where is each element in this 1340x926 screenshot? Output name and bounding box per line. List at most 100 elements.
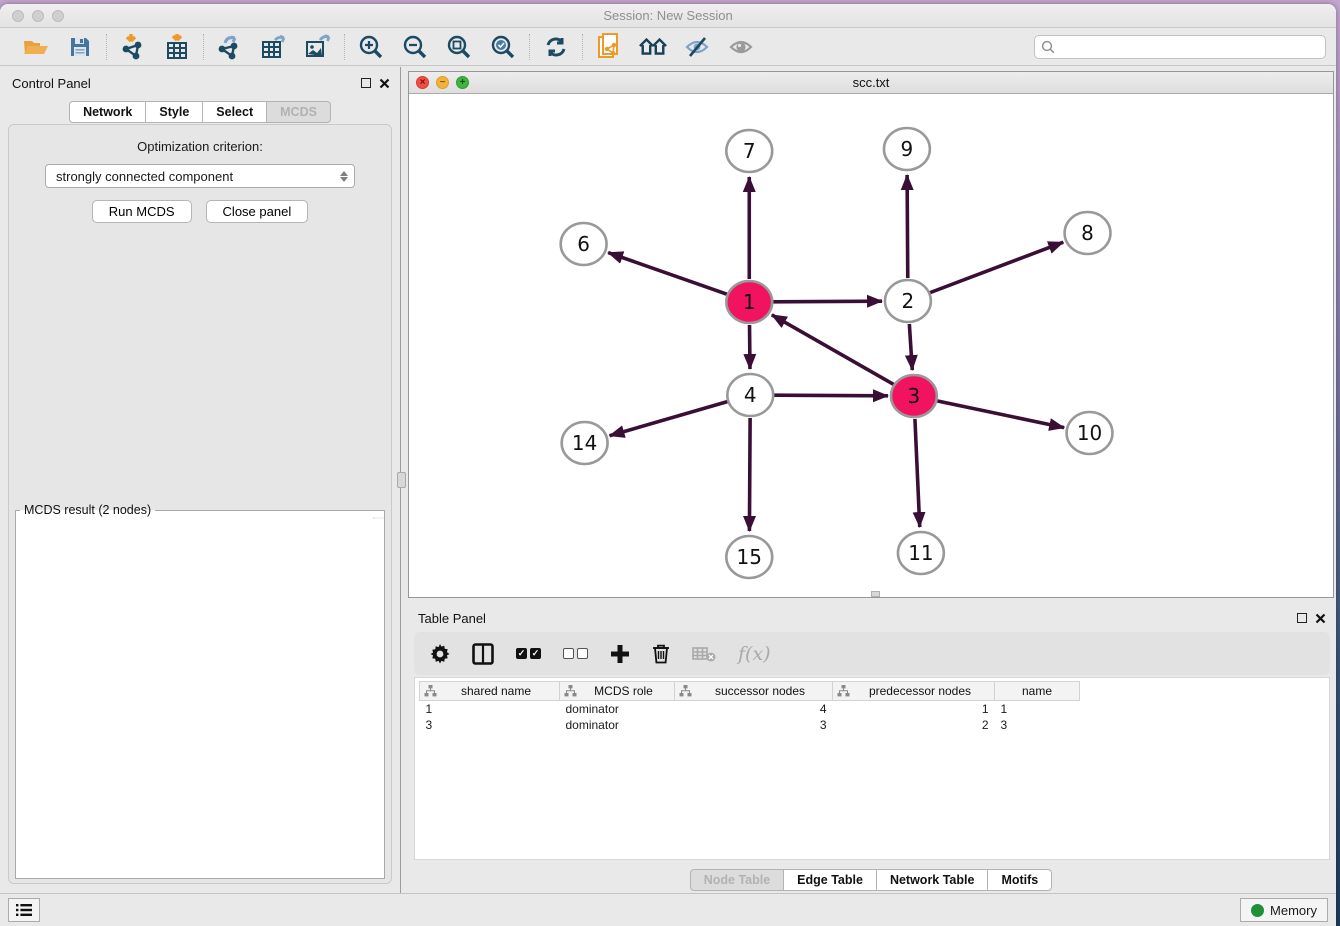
column-header[interactable]: name — [995, 682, 1080, 701]
svg-text:1: 1 — [743, 290, 756, 314]
graph-edge-2-8[interactable] — [929, 242, 1063, 293]
graph-edge-4-14[interactable] — [610, 401, 729, 435]
svg-text:3: 3 — [908, 384, 921, 408]
graph-edge-1-2[interactable] — [772, 301, 882, 302]
close-panel-icon[interactable] — [379, 78, 390, 89]
network-from-document-icon[interactable] — [595, 33, 623, 61]
network-canvas[interactable]: 7 9 6 8 1 2 4 3 14 10 15 11 — [409, 94, 1333, 597]
criterion-dropdown[interactable]: strongly connected component — [45, 164, 355, 188]
import-network-icon[interactable] — [119, 33, 147, 61]
tab-network[interactable]: Network — [69, 101, 146, 123]
zoom-fit-icon[interactable] — [445, 33, 473, 61]
graph-edge-2-9[interactable] — [907, 175, 908, 278]
mcds-result-fieldset: MCDS result (2 nodes) 1 3 — [15, 503, 385, 879]
window-minimize-button[interactable] — [32, 10, 44, 22]
export-image-icon[interactable] — [304, 33, 332, 61]
horizontal-splitter-handle[interactable] — [871, 591, 880, 597]
zoom-out-icon[interactable] — [401, 33, 429, 61]
column-header[interactable]: successor nodes — [675, 682, 833, 701]
column-layout-icon[interactable] — [472, 643, 494, 665]
network-window-titlebar[interactable]: × − + scc.txt — [409, 72, 1333, 94]
tab-edge-table[interactable]: Edge Table — [784, 869, 877, 891]
graph-node-8[interactable]: 8 — [1065, 212, 1111, 254]
main-toolbar — [0, 28, 1336, 66]
refresh-layout-icon[interactable] — [542, 33, 570, 61]
zoom-in-icon[interactable] — [357, 33, 385, 61]
hide-selected-icon[interactable] — [683, 33, 711, 61]
search-input[interactable] — [1059, 40, 1319, 54]
gear-icon[interactable] — [430, 644, 450, 664]
table-row[interactable]: 3 dominator 3 2 3 — [420, 717, 1080, 733]
graph-edge-4-15[interactable] — [749, 418, 750, 531]
criterion-value: strongly connected component — [56, 169, 340, 184]
graph-node-1[interactable]: 1 — [726, 281, 772, 323]
graph-edge-2-3[interactable] — [909, 324, 912, 370]
search-box[interactable] — [1034, 35, 1326, 59]
export-network-icon[interactable] — [216, 33, 244, 61]
svg-text:15: 15 — [737, 545, 762, 569]
dropdown-stepper-icon — [340, 171, 348, 182]
graph-edge-1-6[interactable] — [608, 253, 727, 295]
tab-select[interactable]: Select — [203, 101, 267, 123]
delete-column-icon[interactable] — [652, 643, 670, 664]
graph-node-10[interactable]: 10 — [1067, 412, 1113, 454]
graph-node-4[interactable]: 4 — [727, 374, 773, 416]
window-close-button[interactable] — [12, 10, 24, 22]
graph-node-11[interactable]: 11 — [898, 532, 944, 574]
graph-node-14[interactable]: 14 — [562, 422, 608, 464]
select-all-rows-icon[interactable]: ✓✓ — [516, 648, 541, 659]
search-icon — [1041, 40, 1055, 54]
graph-node-6[interactable]: 6 — [561, 223, 607, 265]
sort-tree-icon — [564, 685, 577, 697]
window-title: Session: New Session — [0, 4, 1336, 28]
table-tabs: Node Table Edge Table Network Table Moti… — [406, 869, 1336, 891]
table-row[interactable]: 1 dominator 4 1 1 — [420, 701, 1080, 717]
graph-edge-3-11[interactable] — [915, 419, 920, 527]
network-window-title: scc.txt — [409, 75, 1333, 90]
deselect-all-rows-icon[interactable] — [563, 648, 588, 659]
status-bar: Memory — [0, 893, 1336, 926]
graph-node-3[interactable]: 3 — [891, 375, 937, 417]
graph-node-7[interactable]: 7 — [726, 130, 772, 172]
import-table-icon[interactable] — [163, 33, 191, 61]
tab-network-table[interactable]: Network Table — [877, 869, 989, 891]
zoom-selected-icon[interactable] — [489, 33, 517, 61]
svg-text:9: 9 — [901, 137, 914, 161]
tab-motifs[interactable]: Motifs — [988, 869, 1052, 891]
table-panel-title: Table Panel — [418, 611, 486, 626]
home-networks-icon[interactable] — [639, 33, 667, 61]
close-panel-button[interactable]: Close panel — [206, 200, 309, 223]
graph-svg: 7 9 6 8 1 2 4 3 14 10 15 11 — [409, 94, 1333, 597]
save-session-icon[interactable] — [66, 33, 94, 61]
tab-style[interactable]: Style — [146, 101, 203, 123]
result-scrollbar[interactable] — [373, 517, 384, 519]
memory-button[interactable]: Memory — [1240, 898, 1328, 922]
graph-edge-3-10[interactable] — [936, 401, 1064, 428]
network-maximize-button[interactable]: + — [456, 76, 469, 89]
graph-node-15[interactable]: 15 — [726, 536, 772, 578]
mcds-result-textarea[interactable]: 1 3 — [16, 517, 384, 519]
column-header[interactable]: predecessor nodes — [833, 682, 995, 701]
float-table-panel-icon[interactable] — [1297, 613, 1307, 623]
table-toolbar: ✓✓ f(x) — [414, 632, 1330, 675]
run-mcds-button[interactable]: Run MCDS — [92, 200, 192, 223]
window-zoom-button[interactable] — [52, 10, 64, 22]
float-panel-icon[interactable] — [361, 78, 371, 88]
svg-text:8: 8 — [1081, 221, 1094, 245]
add-column-icon[interactable] — [610, 644, 630, 664]
column-header[interactable]: MCDS role — [560, 682, 675, 701]
splitter-handle[interactable] — [397, 472, 406, 488]
graph-node-9[interactable]: 9 — [884, 128, 930, 170]
open-session-icon[interactable] — [22, 33, 50, 61]
close-table-panel-icon[interactable] — [1315, 613, 1326, 624]
tab-node-table[interactable]: Node Table — [690, 869, 784, 891]
graph-edge-3-1[interactable] — [772, 315, 894, 385]
network-close-button[interactable]: × — [416, 76, 429, 89]
graph-edge-4-3[interactable] — [773, 395, 888, 396]
tab-mcds[interactable]: MCDS — [267, 101, 331, 123]
column-header[interactable]: shared name — [420, 682, 560, 701]
export-table-icon[interactable] — [260, 33, 288, 61]
network-minimize-button[interactable]: − — [436, 76, 449, 89]
graph-node-2[interactable]: 2 — [885, 280, 931, 322]
task-history-button[interactable] — [8, 898, 40, 922]
